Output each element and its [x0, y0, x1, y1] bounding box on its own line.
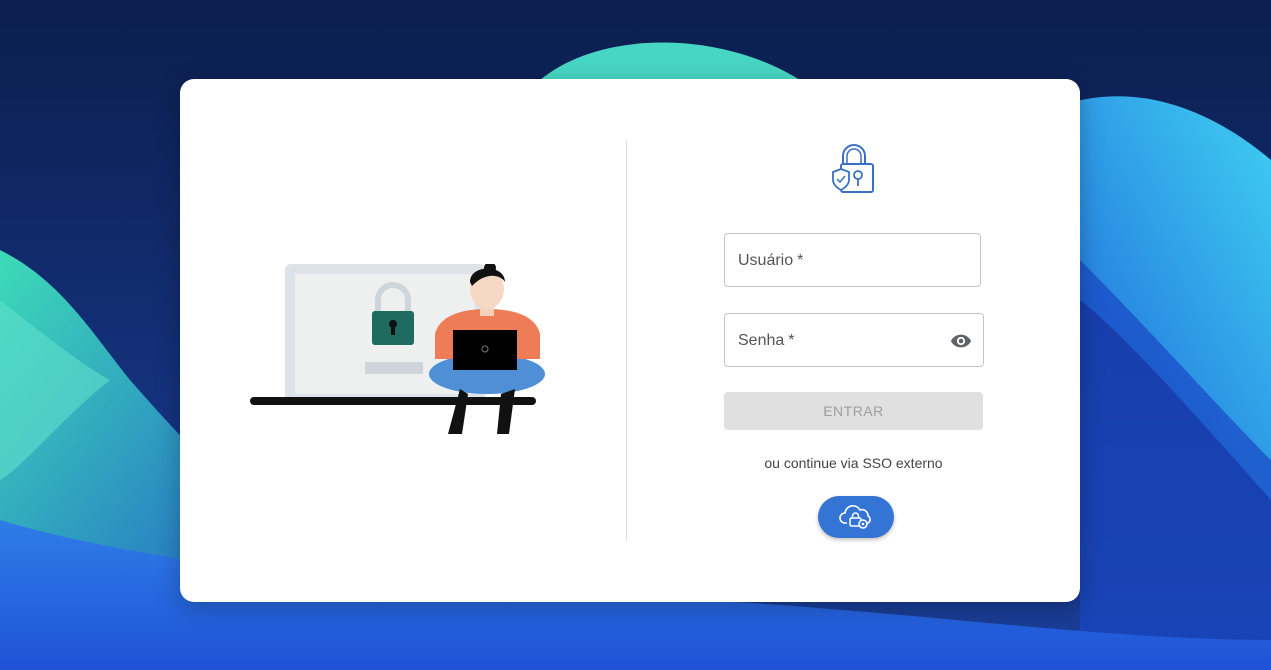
cloud-lock-icon — [839, 505, 871, 529]
enter-button[interactable]: ENTRAR — [724, 392, 983, 430]
eye-icon[interactable] — [949, 330, 973, 352]
sso-text: ou continue via SSO externo — [764, 455, 943, 471]
login-illustration — [250, 264, 545, 434]
shield-lock-icon — [832, 144, 874, 193]
sso-button[interactable] — [818, 496, 894, 538]
password-input[interactable] — [725, 314, 983, 366]
username-field[interactable]: Usuário * — [724, 233, 981, 287]
vertical-divider — [626, 141, 627, 541]
username-input[interactable] — [725, 234, 980, 286]
password-field[interactable]: Senha * — [724, 313, 984, 367]
login-card: Usuário * Senha * ENTRAR ou continue via S… — [180, 79, 1080, 602]
